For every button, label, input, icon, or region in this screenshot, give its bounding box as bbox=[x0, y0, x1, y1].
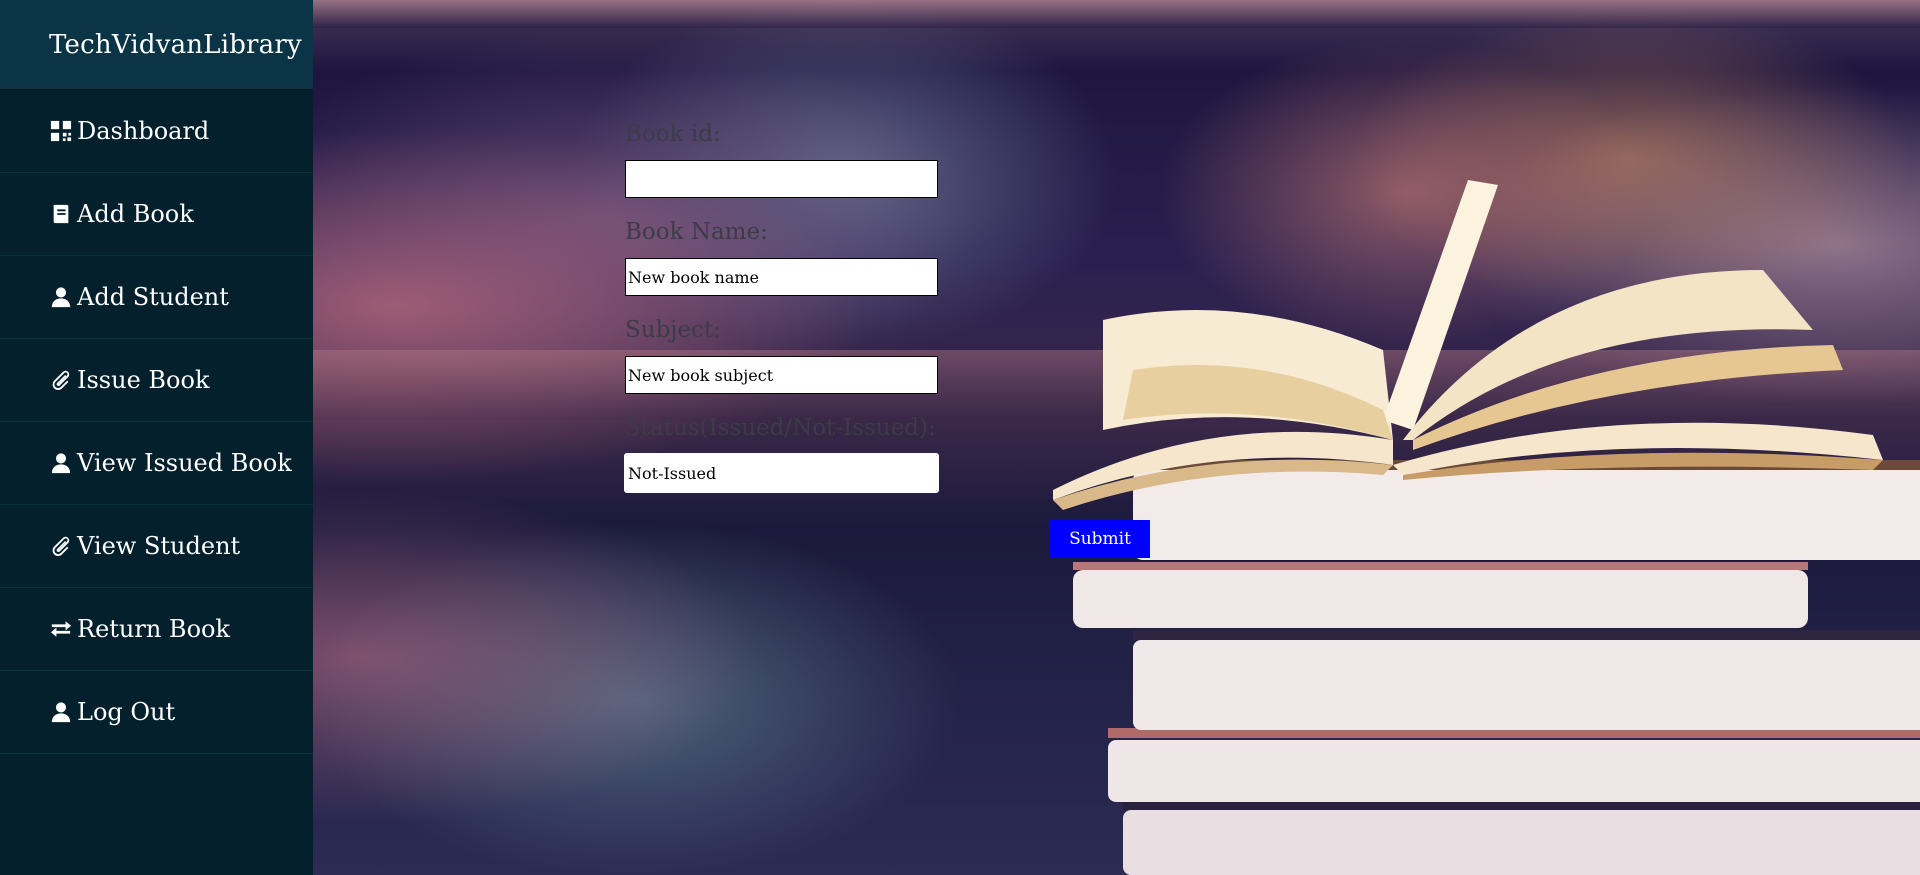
status-input[interactable] bbox=[624, 453, 939, 493]
sidebar-item-add-book[interactable]: Add Book bbox=[0, 173, 313, 256]
sidebar-item-label: View Issued Book bbox=[77, 449, 292, 477]
sidebar-item-add-student[interactable]: Add Student bbox=[0, 256, 313, 339]
subject-label: Subject: bbox=[625, 317, 721, 343]
user-icon bbox=[49, 285, 73, 309]
paperclip-icon bbox=[49, 534, 73, 558]
user-icon bbox=[49, 700, 73, 724]
background-shelf bbox=[313, 0, 1920, 28]
app-root: TechVidvanLibrary Dashboard Add Book Add… bbox=[0, 0, 1920, 875]
brand-title: TechVidvanLibrary bbox=[0, 0, 313, 90]
subject-input[interactable] bbox=[625, 356, 938, 394]
sidebar-item-view-issued-book[interactable]: View Issued Book bbox=[0, 422, 313, 505]
sidebar-item-label: Add Book bbox=[77, 200, 194, 228]
book-id-label: Book id: bbox=[625, 121, 721, 147]
sidebar-item-label: Return Book bbox=[77, 615, 231, 643]
paperclip-icon bbox=[49, 368, 73, 392]
sidebar-item-label: Log Out bbox=[77, 698, 176, 726]
status-label: Status(Issued/Not-Issued): bbox=[625, 415, 936, 441]
exchange-arrows-icon bbox=[49, 617, 73, 641]
add-book-form: Book id: Book Name: Subject: Status(Issu… bbox=[624, 120, 945, 512]
book-name-label: Book Name: bbox=[625, 219, 768, 245]
sidebar-item-label: Issue Book bbox=[77, 366, 210, 394]
book-id-input[interactable] bbox=[625, 160, 938, 198]
sidebar: TechVidvanLibrary Dashboard Add Book Add… bbox=[0, 0, 313, 875]
book-icon bbox=[49, 202, 73, 226]
sidebar-item-dashboard[interactable]: Dashboard bbox=[0, 90, 313, 173]
sidebar-item-label: Add Student bbox=[77, 283, 229, 311]
dashboard-grid-icon bbox=[49, 119, 73, 143]
user-icon bbox=[49, 451, 73, 475]
sidebar-item-issue-book[interactable]: Issue Book bbox=[0, 339, 313, 422]
book-name-input[interactable] bbox=[625, 258, 938, 296]
main-content: Book id: Book Name: Subject: Status(Issu… bbox=[313, 0, 1920, 875]
sidebar-item-return-book[interactable]: Return Book bbox=[0, 588, 313, 671]
sidebar-item-view-student[interactable]: View Student bbox=[0, 505, 313, 588]
sidebar-item-label: View Student bbox=[77, 532, 241, 560]
sidebar-item-label: Dashboard bbox=[77, 117, 210, 145]
submit-button[interactable]: Submit bbox=[1050, 520, 1150, 558]
sidebar-item-log-out[interactable]: Log Out bbox=[0, 671, 313, 754]
